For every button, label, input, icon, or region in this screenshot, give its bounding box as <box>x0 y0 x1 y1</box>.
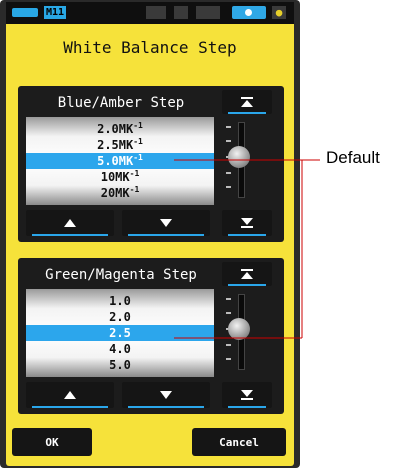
default-annotation-label: Default <box>326 148 380 167</box>
annotation-leaders <box>174 159 320 339</box>
